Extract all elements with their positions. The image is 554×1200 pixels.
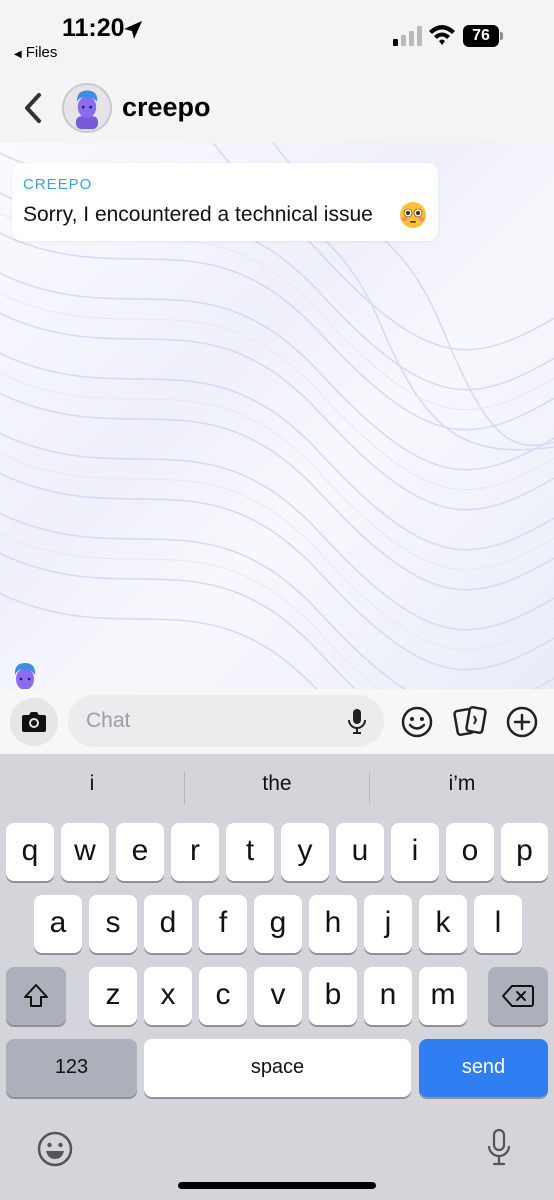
location-arrow-icon xyxy=(124,21,142,39)
flushed-face-emoji xyxy=(400,202,426,228)
key-g[interactable]: g xyxy=(254,895,302,953)
chat-field[interactable] xyxy=(68,695,384,747)
message-bubble[interactable]: CREEPO Sorry, I encountered a technical … xyxy=(12,163,438,241)
camera-icon xyxy=(22,712,46,732)
chat-input[interactable] xyxy=(86,695,326,747)
dictation-mic-icon[interactable] xyxy=(484,1128,514,1168)
key-l[interactable]: l xyxy=(474,895,522,953)
message-text: Sorry, I encountered a technical issue xyxy=(23,203,373,226)
shift-icon xyxy=(24,984,48,1007)
back-app-label: Files xyxy=(25,44,58,61)
key-y[interactable]: y xyxy=(281,823,329,881)
key-t[interactable]: t xyxy=(226,823,274,881)
back-chevron-icon[interactable] xyxy=(22,92,44,124)
key-m[interactable]: m xyxy=(419,967,467,1025)
chat-title: creepo xyxy=(122,92,211,122)
numbers-key[interactable]: 123 xyxy=(6,1039,137,1097)
key-o[interactable]: o xyxy=(446,823,494,881)
plus-icon[interactable] xyxy=(505,705,539,739)
signal-icon xyxy=(393,26,422,46)
suggestion-2[interactable]: the xyxy=(185,772,369,796)
cards-icon[interactable] xyxy=(452,704,488,738)
key-k[interactable]: k xyxy=(419,895,467,953)
key-u[interactable]: u xyxy=(336,823,384,881)
key-d[interactable]: d xyxy=(144,895,192,953)
microphone-icon[interactable] xyxy=(344,707,370,735)
key-n[interactable]: n xyxy=(364,967,412,1025)
key-j[interactable]: j xyxy=(364,895,412,953)
bitmoji-avatar-icon xyxy=(75,90,99,130)
key-i[interactable]: i xyxy=(391,823,439,881)
top-bar: 11:20 ◀ Files 76 creepo xyxy=(0,0,554,143)
suggestion-1[interactable]: i xyxy=(0,772,184,796)
send-key[interactable]: send xyxy=(419,1039,548,1097)
key-r[interactable]: r xyxy=(171,823,219,881)
key-w[interactable]: w xyxy=(61,823,109,881)
key-s[interactable]: s xyxy=(89,895,137,953)
shift-key[interactable] xyxy=(6,967,66,1025)
key-c[interactable]: c xyxy=(199,967,247,1025)
typing-avatar xyxy=(10,657,40,689)
battery-level: 76 xyxy=(463,25,499,47)
status-time: 11:20 xyxy=(62,14,125,42)
key-f[interactable]: f xyxy=(199,895,247,953)
backspace-icon xyxy=(502,985,534,1007)
emoji-icon[interactable] xyxy=(36,1130,74,1168)
key-b[interactable]: b xyxy=(309,967,357,1025)
wifi-icon xyxy=(429,25,455,45)
home-indicator xyxy=(178,1182,376,1189)
chat-input-bar xyxy=(0,689,554,754)
smiley-icon[interactable] xyxy=(400,705,434,739)
battery-icon: 76 xyxy=(463,25,503,47)
message-sender: CREEPO xyxy=(23,176,93,193)
key-h[interactable]: h xyxy=(309,895,357,953)
back-triangle-icon: ◀ xyxy=(14,49,22,60)
backspace-key[interactable] xyxy=(488,967,548,1025)
keyboard: i the i’m q w e r t y u i o p a s d f g … xyxy=(0,754,554,1200)
camera-button[interactable] xyxy=(10,698,58,746)
key-x[interactable]: x xyxy=(144,967,192,1025)
bitmoji-avatar-icon xyxy=(14,663,36,689)
space-key[interactable]: space xyxy=(144,1039,411,1097)
suggestion-3[interactable]: i’m xyxy=(370,772,554,796)
key-p[interactable]: p xyxy=(501,823,548,881)
avatar[interactable] xyxy=(62,83,112,133)
chat-area: CREEPO Sorry, I encountered a technical … xyxy=(0,143,554,689)
key-e[interactable]: e xyxy=(116,823,164,881)
key-a[interactable]: a xyxy=(34,895,82,953)
key-q[interactable]: q xyxy=(6,823,54,881)
back-to-files-link[interactable]: ◀ Files xyxy=(14,44,57,61)
key-v[interactable]: v xyxy=(254,967,302,1025)
key-z[interactable]: z xyxy=(89,967,137,1025)
